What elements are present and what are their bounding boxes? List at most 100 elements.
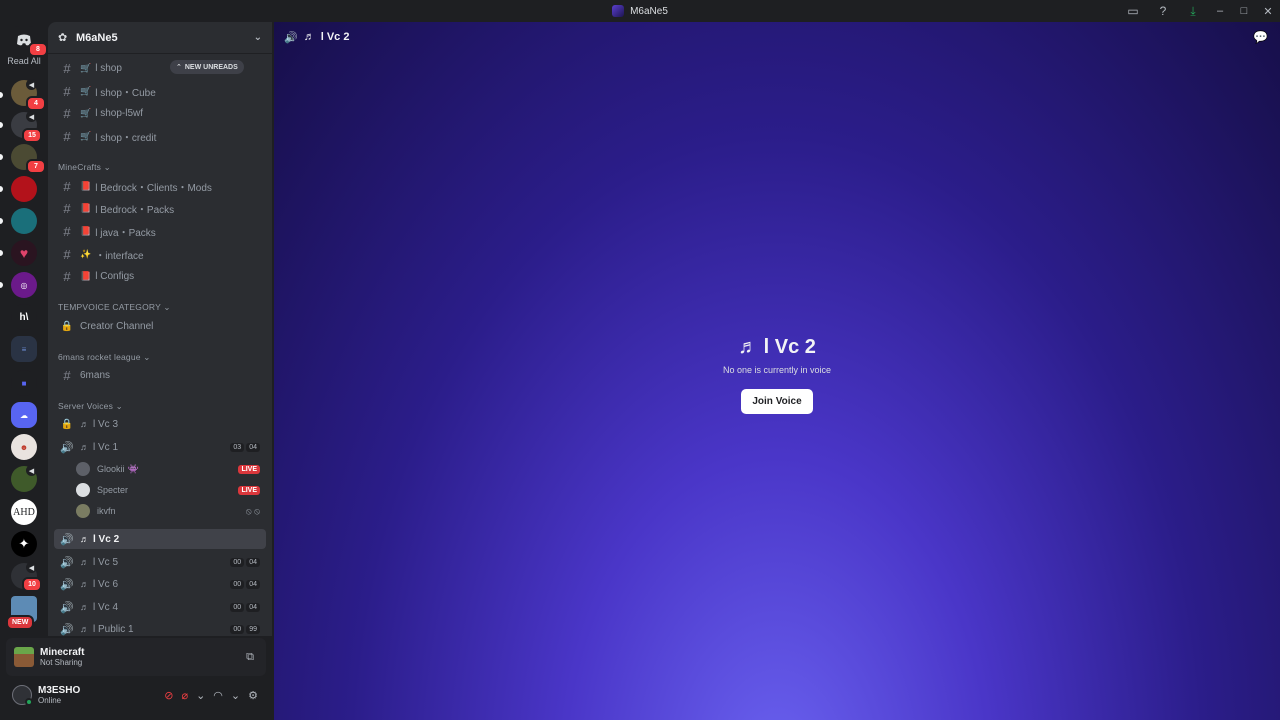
server-settings-icon: ✿: [58, 31, 68, 44]
new-unreads-pill[interactable]: ⌃ NEW UNREADS: [170, 60, 244, 74]
chevron-down-icon[interactable]: ⌄: [231, 689, 240, 702]
avatar: [76, 462, 90, 476]
speaker-icon: 🔊: [284, 31, 298, 44]
server-badge-2: 15: [22, 128, 42, 143]
avatar[interactable]: [12, 685, 33, 706]
avatar: [76, 483, 90, 497]
avatar: [76, 504, 90, 518]
channel-label: ・interface: [95, 250, 144, 262]
channel-bedrock-clients[interactable]: # 📕 l Bedrock・Clients・Mods: [54, 176, 266, 196]
user-limit: 04: [246, 602, 260, 612]
dm-badge: 8: [28, 42, 48, 57]
voice-member[interactable]: Glookii 👾 LIVE: [76, 459, 266, 479]
maximize-button[interactable]: □: [1232, 0, 1256, 22]
voice-member[interactable]: ikvfn ⦸ ⦸: [76, 501, 266, 521]
cart-icon: 🛒: [80, 85, 92, 96]
channel-header-title: l Vc 2: [320, 31, 350, 43]
music-note-icon: ♬: [303, 31, 315, 43]
server-icon-files[interactable]: ■: [11, 370, 37, 396]
server-icon-4[interactable]: [11, 176, 37, 202]
unread-pip: [0, 218, 3, 224]
server-icon-5[interactable]: [11, 208, 37, 234]
user-limit: 04: [246, 557, 260, 567]
server-icon-ahd[interactable]: AHD: [11, 499, 37, 525]
channel-header: 🔊 ♬ l Vc 2 💬: [274, 22, 1280, 52]
category-tempvoice[interactable]: TEMPVOICE CATEGORY ⌄: [58, 302, 171, 313]
music-note-icon: ♬: [80, 602, 89, 612]
voice-channel-vc3[interactable]: 🔒 ♬ l Vc 3: [54, 414, 266, 434]
voice-member[interactable]: Specter LIVE: [76, 480, 266, 500]
server-badge-1: 4: [26, 96, 46, 111]
server-badge-4: 10: [22, 577, 42, 592]
speaker-icon: 🔊: [60, 601, 74, 614]
channel-shop-l5wf[interactable]: # 🛒 l shop-l5wf: [54, 103, 266, 123]
unread-pip: [0, 186, 3, 192]
server-icon-face[interactable]: ☻: [11, 434, 37, 460]
channel-6mans[interactable]: #6mans: [54, 365, 266, 385]
server-icon-cloud[interactable]: ☁: [11, 402, 37, 428]
music-note-icon: ♬: [80, 442, 89, 452]
music-note-icon: ♬: [738, 336, 764, 358]
inbox-icon[interactable]: ▭: [1118, 0, 1148, 22]
chevron-down-icon[interactable]: ⌄: [196, 689, 205, 702]
voice-channel-vc4[interactable]: 🔊 ♬ l Vc 4 00 04: [54, 597, 266, 617]
server-header[interactable]: ✿ M6aNe5 ⌄: [48, 22, 272, 54]
mic-muted-icon[interactable]: ⌀: [181, 689, 188, 702]
server-icon-folder[interactable]: ≡: [11, 336, 37, 362]
channel-bedrock-packs[interactable]: # 📕 l Bedrock・Packs: [54, 198, 266, 218]
activity-game: Minecraft: [40, 647, 85, 658]
server-icon-sparkle[interactable]: ✦: [11, 531, 37, 557]
sparkles-icon: ✨: [80, 248, 92, 259]
book-icon: 📕: [80, 270, 92, 281]
chat-bubble-icon[interactable]: 💬: [1253, 30, 1268, 44]
channel-java-packs[interactable]: # 📕 l java・Packs: [54, 221, 266, 241]
server-icon-6[interactable]: ♥: [11, 240, 37, 266]
user-count: 00: [230, 624, 245, 634]
live-badge: LIVE: [238, 485, 260, 495]
hash-icon: #: [63, 223, 71, 239]
voice-empty-subtitle: No one is currently in voice: [722, 365, 832, 375]
window-title: M6aNe5: [630, 5, 668, 17]
minimize-button[interactable]: –: [1208, 0, 1232, 22]
voice-channel-vc5[interactable]: 🔊 ♬ l Vc 5 00 04: [54, 552, 266, 572]
gear-icon[interactable]: ⚙: [248, 689, 258, 702]
download-icon[interactable]: ⤓: [1178, 0, 1208, 22]
member-name: Glookii: [97, 464, 125, 474]
server-icon-7[interactable]: ◎: [11, 272, 37, 298]
channel-configs[interactable]: # 📕 l Configs: [54, 266, 266, 286]
channel-label: l Configs: [95, 270, 135, 282]
voice-speaker-icon: ◀: [26, 562, 37, 573]
headphones-icon[interactable]: ◠: [213, 689, 223, 702]
channel-shop-credit[interactable]: # 🛒 l shop・credit: [54, 126, 266, 146]
voice-channel-view: 🔊 ♬ l Vc 2 💬 ♬ l Vc 2 No one is currentl…: [274, 22, 1280, 720]
direct-messages-button[interactable]: 8: [10, 26, 48, 57]
user-limit: 04: [246, 579, 260, 589]
category-minecrafts[interactable]: MineCrafts ⌄: [58, 162, 111, 173]
voice-channel-vc6[interactable]: 🔊 ♬ l Vc 6 00 04: [54, 574, 266, 594]
help-icon[interactable]: ?: [1148, 0, 1178, 22]
category-server-voices[interactable]: Server Voices ⌄: [58, 401, 123, 412]
lock-icon: 🔒: [60, 418, 74, 430]
channel-sidebar: ✿ M6aNe5 ⌄ # 🛒 l shop ⌃ NEW UNREADS # 🛒 l sho…: [48, 22, 272, 636]
channel-shop-cube[interactable]: # 🛒 l shop・Cube: [54, 81, 266, 101]
user-count: 00: [230, 557, 245, 567]
read-all-button[interactable]: Read All: [0, 56, 48, 66]
member-name: Specter: [97, 485, 129, 495]
channel-label: Creator Channel: [80, 320, 154, 332]
user-count: 00: [230, 602, 245, 612]
cart-icon: 🛒: [80, 107, 92, 118]
music-note-icon: ♬: [80, 419, 89, 429]
close-button[interactable]: ✕: [1256, 0, 1280, 22]
voice-channel-vc1[interactable]: 🔊 ♬ l Vc 1 03 04: [54, 437, 266, 457]
camera-off-icon[interactable]: ⊘: [164, 689, 173, 702]
chevron-down-icon: ⌄: [253, 32, 262, 43]
voice-channel-vc2[interactable]: 🔊 ♬ l Vc 2: [54, 529, 266, 549]
category-rocket[interactable]: 6mans rocket league ⌄: [58, 352, 151, 363]
server-icon-h[interactable]: h\: [11, 304, 37, 330]
channel-label: l shop・credit: [95, 132, 157, 144]
join-voice-button[interactable]: Join Voice: [741, 389, 813, 414]
channel-interface[interactable]: # ✨ ・interface: [54, 244, 266, 264]
channel-creator[interactable]: 🔒 Creator Channel: [54, 316, 266, 336]
voice-channel-public1[interactable]: 🔊 ♬ l Public 1 00 99: [54, 619, 266, 636]
screen-share-icon[interactable]: ⧉: [246, 651, 254, 664]
